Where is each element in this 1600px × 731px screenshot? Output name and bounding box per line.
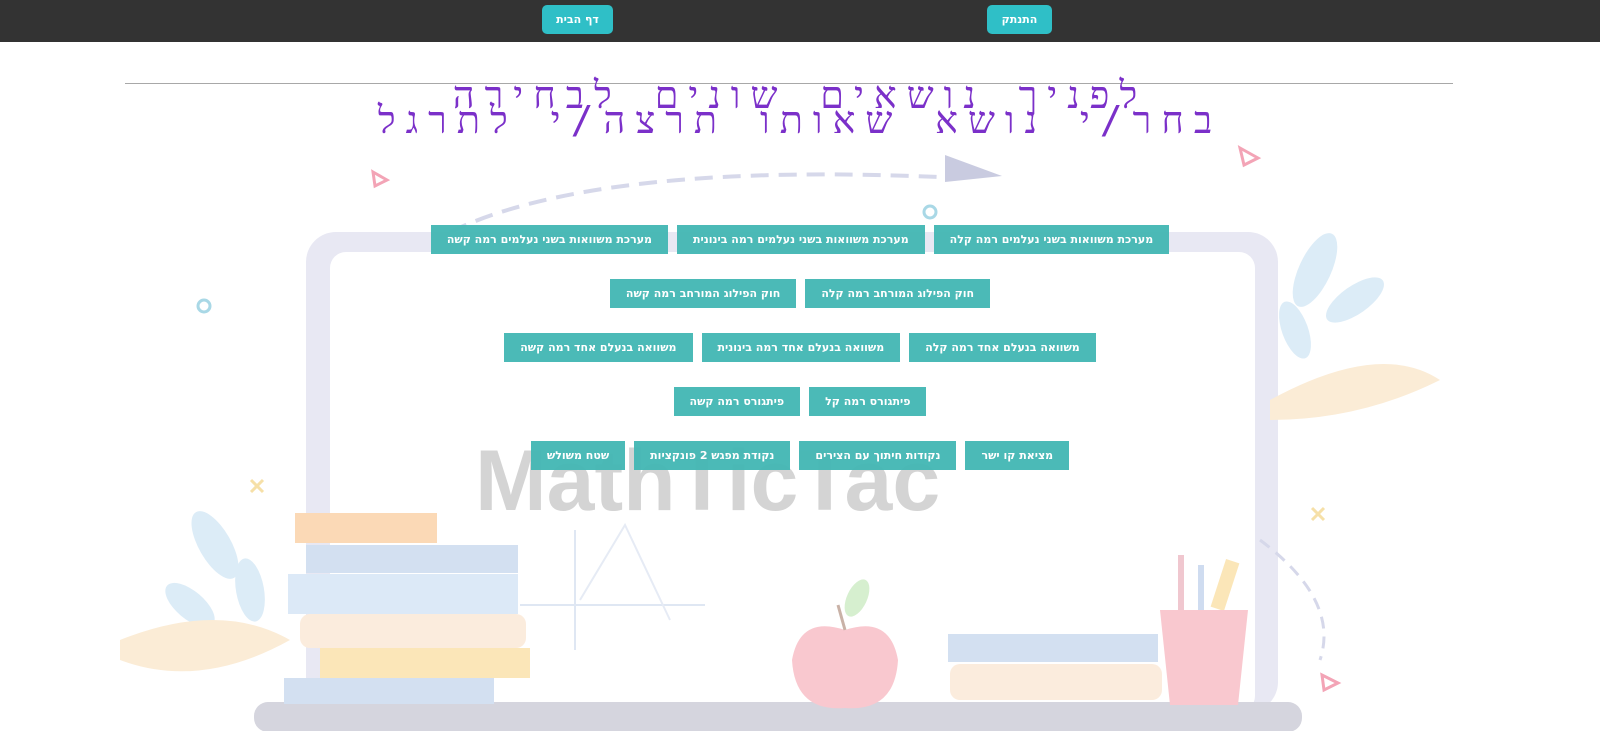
topic-selection-page: MathTicTac דף הבית התנתק לפניך נושאים שו… (0, 0, 1600, 731)
topic-row: משוואה בנעלם אחד רמה קלה משוואה בנעלם אח… (0, 333, 1600, 362)
topic-button[interactable]: חוק הפילוג המורחב רמה קשה (609, 279, 797, 308)
topic-button[interactable]: משוואה בנעלם אחד רמה קשה (504, 333, 693, 362)
topic-row: מציאת קו ישר נקודות חיתוך עם הצירים נקוד… (0, 441, 1600, 470)
topic-row: מערכת משוואות בשני נעלמים רמה קלה מערכת … (0, 225, 1600, 254)
topic-button[interactable]: שטח משולש (530, 441, 626, 470)
topic-row: פיתגורס רמה קל פיתגורס רמה קשה (0, 387, 1600, 416)
topic-button[interactable]: מערכת משוואות בשני נעלמים רמה בינונית (677, 225, 925, 254)
topic-button[interactable]: נקודות חיתוך עם הצירים (799, 441, 957, 470)
topic-buttons-area: מערכת משוואות בשני נעלמים רמה קלה מערכת … (0, 0, 1600, 731)
topic-button[interactable]: מערכת משוואות בשני נעלמים רמה קשה (430, 225, 669, 254)
topic-button[interactable]: מציאת קו ישר (965, 441, 1070, 470)
topic-button[interactable]: משוואה בנעלם אחד רמה בינונית (701, 333, 901, 362)
topic-button[interactable]: משוואה בנעלם אחד רמה קלה (909, 333, 1096, 362)
topic-button[interactable]: מערכת משוואות בשני נעלמים רמה קלה (933, 225, 1170, 254)
topic-button[interactable]: נקודת מפגש 2 פונקציות (634, 441, 791, 470)
topic-button[interactable]: חוק הפילוג המורחב רמה קלה (805, 279, 991, 308)
topic-row: חוק הפילוג המורחב רמה קלה חוק הפילוג המו… (0, 279, 1600, 308)
topic-button[interactable]: פיתגורס רמה קל (809, 387, 927, 416)
topic-button[interactable]: פיתגורס רמה קשה (673, 387, 801, 416)
